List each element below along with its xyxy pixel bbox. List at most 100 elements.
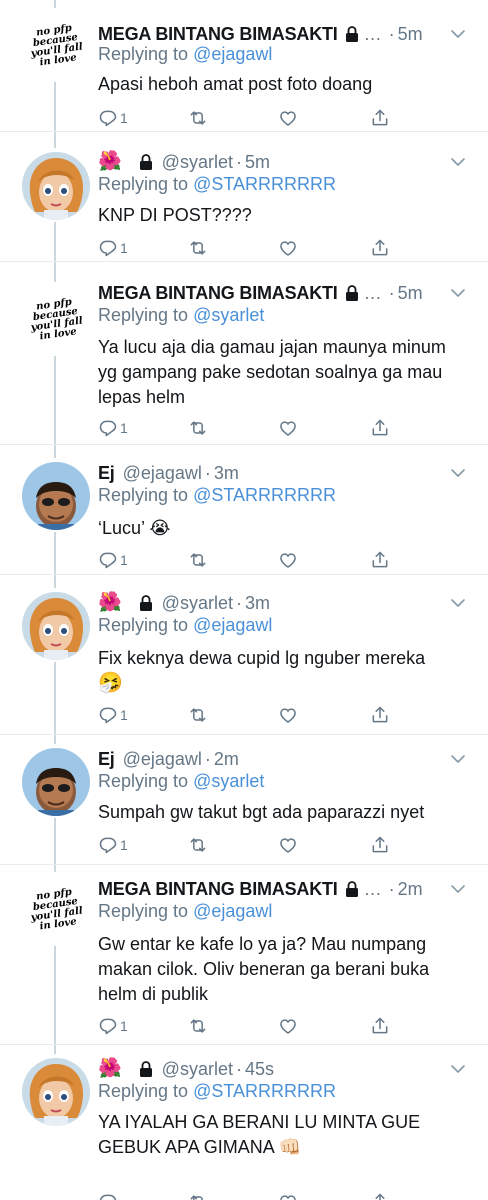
timestamp[interactable]: 5m xyxy=(398,283,423,304)
replying-to: Replying to @syarlet xyxy=(98,771,468,795)
share-button[interactable] xyxy=(370,416,390,440)
chevron-down-icon[interactable] xyxy=(450,883,466,895)
avatar[interactable] xyxy=(22,152,90,220)
reply-button[interactable]: 1 xyxy=(98,833,128,857)
tweet[interactable]: Ej @ejagawl · 3m Replying to @STARRRRRRR ‘Luc… xyxy=(0,445,488,575)
retweet-button[interactable] xyxy=(188,416,208,440)
tweet-header: 🌺 @syarlet · 45s xyxy=(98,1057,444,1081)
user-handle[interactable]: @ejagawl xyxy=(123,463,202,484)
reply-button[interactable]: 1 xyxy=(98,1014,128,1038)
timestamp[interactable]: 3m xyxy=(214,463,239,484)
display-name[interactable]: Ej xyxy=(98,463,115,484)
like-button[interactable] xyxy=(278,703,298,727)
tweet-text: Gw entar ke kafe lo ya ja? Mau numpang m… xyxy=(98,932,468,1007)
like-button[interactable] xyxy=(278,1014,298,1038)
like-button[interactable] xyxy=(278,548,298,572)
retweet-button[interactable] xyxy=(188,106,208,130)
retweet-button[interactable] xyxy=(188,703,208,727)
reply-button[interactable]: 1 xyxy=(98,703,128,727)
tweet-text-content: ‘Lucu’ 😭 xyxy=(98,518,171,538)
retweet-button[interactable] xyxy=(188,1014,208,1038)
avatar[interactable]: no pfp because you'll fall in love xyxy=(22,876,90,944)
replying-to-label: Replying to xyxy=(98,174,189,194)
replying-to-link[interactable]: @STARRRRRRR xyxy=(193,485,336,505)
display-name[interactable]: Ej xyxy=(98,749,115,770)
chevron-down-icon[interactable] xyxy=(450,1063,466,1075)
share-button[interactable] xyxy=(370,236,390,260)
chevron-down-icon[interactable] xyxy=(450,597,466,609)
avatar[interactable]: no pfp because you'll fall in love xyxy=(22,12,90,80)
share-button[interactable] xyxy=(370,106,390,130)
replying-to-link[interactable]: @STARRRRRRR xyxy=(193,1081,336,1101)
replying-to-link[interactable]: @syarlet xyxy=(193,305,264,325)
display-name[interactable]: MEGA BINTANG BIMASAKTI xyxy=(98,283,338,304)
user-handle[interactable]: @ejagawl xyxy=(123,749,202,770)
avatar[interactable]: no pfp because you'll fall in love xyxy=(22,286,90,354)
reply-count: 1 xyxy=(120,240,128,256)
timestamp[interactable]: 5m xyxy=(245,152,270,173)
like-button[interactable] xyxy=(278,106,298,130)
reply-button[interactable]: 1 xyxy=(98,106,128,130)
tweet[interactable]: Ej @ejagawl · 2m Replying to @syarlet Sumpah … xyxy=(0,735,488,865)
timestamp[interactable]: 2m xyxy=(398,879,423,900)
display-name[interactable]: MEGA BINTANG BIMASAKTI xyxy=(98,24,338,45)
share-button[interactable] xyxy=(370,703,390,727)
replying-to-link[interactable]: @ejagawl xyxy=(193,901,272,921)
timestamp[interactable]: 3m xyxy=(245,593,270,614)
retweet-button[interactable] xyxy=(188,1190,208,1200)
tweet[interactable]: 🌺 @syarlet · 5m Replying to @STARRRRRRR KNP D… xyxy=(0,132,488,262)
reply-button[interactable]: 1 xyxy=(98,236,128,260)
avatar[interactable] xyxy=(22,462,90,530)
like-button[interactable] xyxy=(278,416,298,440)
tweet[interactable]: 🌺 @syarlet · 3m Replying to @ejagawl Fix kekn… xyxy=(0,575,488,735)
like-button[interactable] xyxy=(278,833,298,857)
chevron-down-icon[interactable] xyxy=(450,287,466,299)
replying-to-link[interactable]: @syarlet xyxy=(193,771,264,791)
retweet-button[interactable] xyxy=(188,548,208,572)
tweet-text-content: Gw entar ke kafe lo ya ja? Mau numpang m… xyxy=(98,934,430,1004)
display-name[interactable]: MEGA BINTANG BIMASAKTI xyxy=(98,879,338,900)
reply-button[interactable]: 1 xyxy=(98,416,128,440)
like-icon xyxy=(278,835,298,855)
tweet-actions: 1 xyxy=(98,703,398,727)
chevron-down-icon[interactable] xyxy=(450,28,466,40)
user-handle[interactable]: @syarlet xyxy=(162,1059,233,1080)
like-button[interactable] xyxy=(278,1190,298,1200)
like-button[interactable] xyxy=(278,236,298,260)
tweet[interactable]: no pfp because you'll fall in love MEGA B… xyxy=(0,0,488,132)
hibiscus-icon: 🌺 xyxy=(98,592,122,613)
chevron-down-icon[interactable] xyxy=(450,753,466,765)
reply-button[interactable] xyxy=(98,1190,118,1200)
replying-to-link[interactable]: @ejagawl xyxy=(193,44,272,64)
tweet-text: YA IYALAH GA BERANI LU MINTA GUE GEBUK A… xyxy=(98,1110,468,1160)
user-handle[interactable]: @syarlet xyxy=(162,152,233,173)
retweet-button[interactable] xyxy=(188,236,208,260)
replying-to-link[interactable]: @ejagawl xyxy=(193,615,272,635)
share-button[interactable] xyxy=(370,833,390,857)
timestamp[interactable]: 5m xyxy=(398,24,423,45)
tweet[interactable]: no pfp because you'll fall in love MEGA B… xyxy=(0,262,488,445)
user-handle[interactable]: @syarlet xyxy=(162,593,233,614)
tweet[interactable]: no pfp because you'll fall in love MEGA B… xyxy=(0,865,488,1045)
share-button[interactable] xyxy=(370,1014,390,1038)
chevron-down-icon[interactable] xyxy=(450,467,466,479)
share-icon xyxy=(370,108,390,128)
replying-to-label: Replying to xyxy=(98,44,189,64)
truncation-ellipsis: … xyxy=(363,23,382,44)
replying-to-link[interactable]: @STARRRRRRR xyxy=(193,174,336,194)
avatar[interactable] xyxy=(22,748,90,816)
timestamp[interactable]: 2m xyxy=(214,749,239,770)
reply-count: 1 xyxy=(120,707,128,723)
reply-button[interactable]: 1 xyxy=(98,548,128,572)
timestamp[interactable]: 45s xyxy=(245,1059,274,1080)
retweet-icon xyxy=(188,550,208,570)
share-button[interactable] xyxy=(370,548,390,572)
avatar[interactable] xyxy=(22,1058,90,1126)
reply-icon xyxy=(98,1192,118,1200)
share-button[interactable] xyxy=(370,1190,390,1200)
chevron-down-icon[interactable] xyxy=(450,156,466,168)
tweet[interactable]: 🌺 @syarlet · 45s Replying to @STARRRRRRR YA I… xyxy=(0,1045,488,1200)
avatar[interactable] xyxy=(22,592,90,660)
retweet-button[interactable] xyxy=(188,833,208,857)
lock-icon xyxy=(138,1060,154,1078)
